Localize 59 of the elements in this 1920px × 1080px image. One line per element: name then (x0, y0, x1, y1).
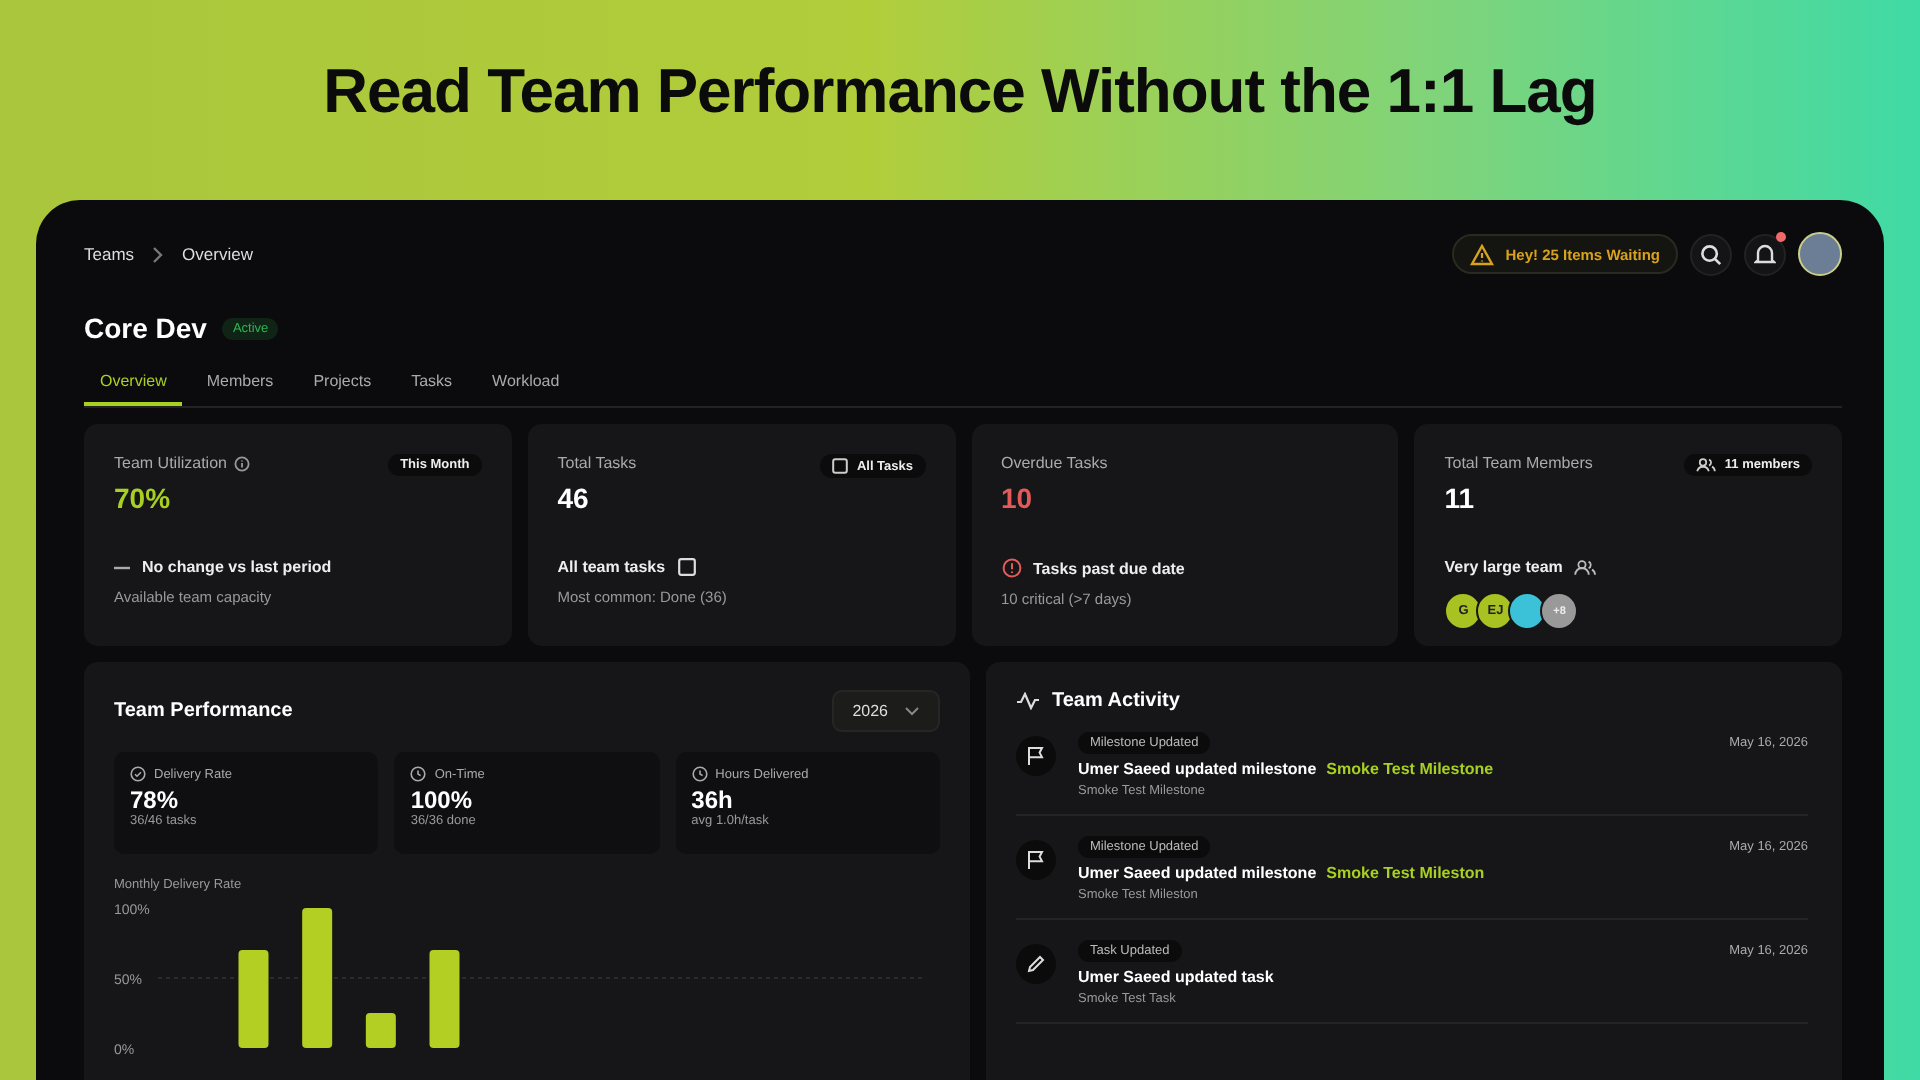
year-select[interactable]: 2026 (832, 690, 940, 732)
activity-text: Umer Saeed updated milestone (1078, 760, 1317, 778)
people-icon (1574, 559, 1597, 575)
notifications-button[interactable] (1744, 233, 1786, 275)
metric-value: 36h (691, 786, 735, 814)
clock-icon (410, 766, 427, 782)
clock-icon (691, 766, 708, 782)
tab[interactable]: Members (190, 360, 290, 406)
chart-bar (302, 908, 333, 1048)
chevron-down-icon (904, 706, 920, 716)
chart-bar (365, 1013, 396, 1048)
stat-note: No change vs last period (142, 558, 332, 576)
activity-text: Umer Saeed updated task (1078, 968, 1274, 986)
stat-value: 46 (557, 482, 591, 514)
dash-icon (114, 565, 130, 569)
tab[interactable]: Projects (297, 360, 388, 406)
page-headline: Read Team Performance Without the 1:1 Lag (321, 54, 1599, 130)
tab[interactable]: Overview (84, 360, 183, 406)
flag-icon (1016, 736, 1056, 776)
bell-icon (1754, 242, 1776, 266)
chart-bar (429, 950, 460, 1048)
stat-value: 10 (1001, 482, 1035, 514)
activity-icon (1016, 692, 1040, 710)
search-button[interactable] (1690, 233, 1732, 275)
stat-label: Team Utilization (114, 454, 227, 472)
metric-value: 78% (130, 786, 181, 814)
member-avatar[interactable] (1508, 592, 1547, 630)
check-circle-icon (130, 766, 146, 782)
stat-note: All team tasks (557, 558, 666, 576)
square-icon (832, 458, 849, 474)
team-name: Core Dev (84, 312, 207, 344)
user-avatar[interactable] (1798, 232, 1842, 276)
pencil-icon (1016, 944, 1056, 984)
card-title: Team Performance (114, 700, 293, 722)
stat-value: 70% (114, 482, 173, 514)
breadcrumb-item[interactable]: Teams (84, 244, 135, 264)
milestone-link[interactable]: Smoke Test Mileston (1326, 864, 1485, 882)
stat-note: Very large team (1444, 558, 1563, 576)
chevron-right-icon (152, 245, 165, 263)
activity-text: Umer Saeed updated milestone (1078, 864, 1317, 882)
stat-label: Total Team Members (1444, 454, 1593, 472)
milestone-link[interactable]: Smoke Test Milestone (1326, 760, 1494, 778)
warning-icon (1469, 243, 1494, 265)
chart-bar (238, 950, 269, 1048)
search-icon (1700, 243, 1722, 265)
tab[interactable]: Workload (476, 360, 576, 406)
stat-label: Total Tasks (557, 454, 637, 472)
info-icon (234, 455, 251, 471)
card-title: Team Activity (1052, 690, 1180, 712)
metric-value: 100% (410, 786, 475, 814)
stat-label: Overdue Tasks (1001, 454, 1108, 472)
square-icon (677, 558, 696, 576)
alert-circle-icon (1001, 558, 1021, 578)
breadcrumb-item[interactable]: Overview (182, 244, 253, 264)
people-icon (1696, 458, 1717, 472)
stat-note: Tasks past due date (1033, 559, 1185, 577)
flag-icon (1016, 840, 1056, 880)
stat-value: 11 (1444, 482, 1477, 514)
tab[interactable]: Tasks (395, 360, 469, 406)
